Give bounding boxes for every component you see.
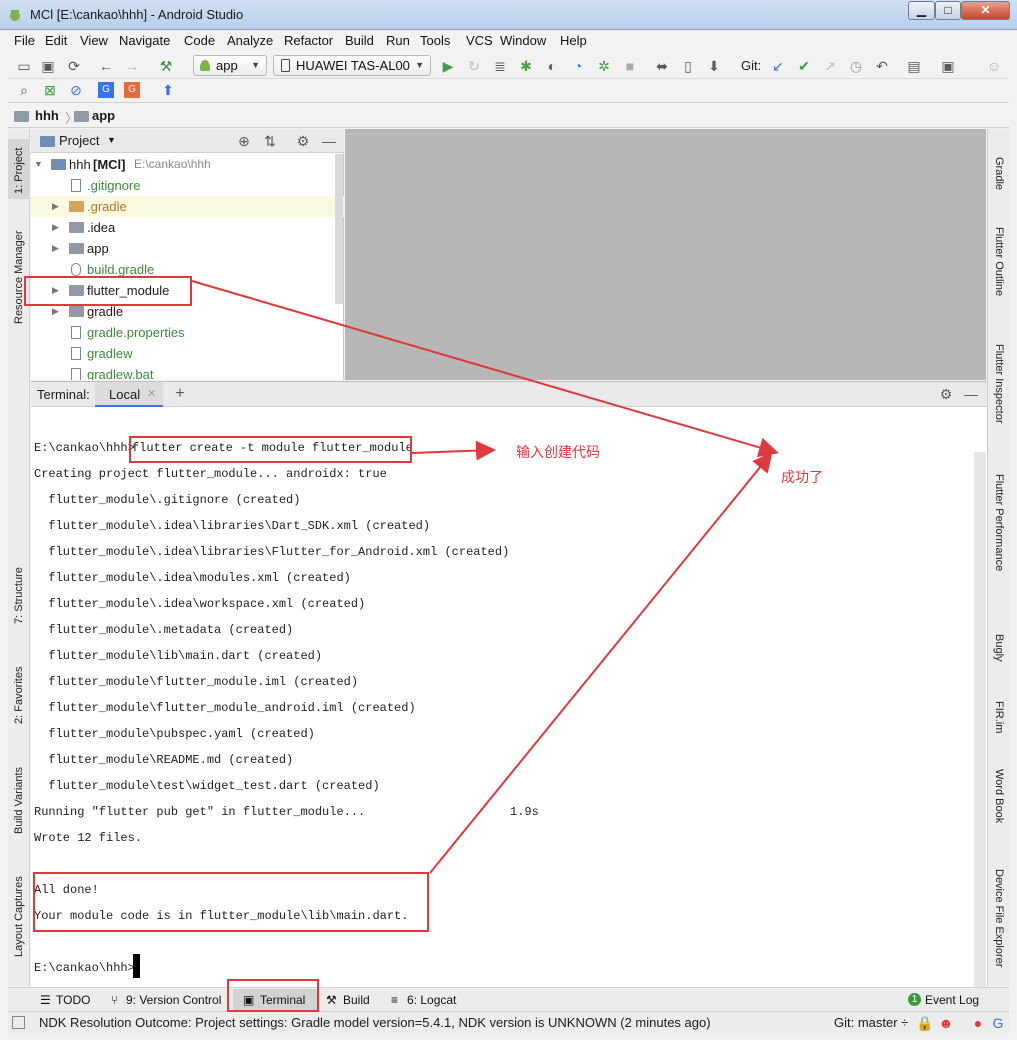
annotation-input-code: 输入创建代码 [516, 444, 600, 460]
annotation-success: 成功了 [781, 469, 823, 485]
arrow-to-input-label [411, 440, 496, 461]
arrow-from-flutter-module [191, 280, 779, 458]
arrow-from-all-done [429, 451, 773, 874]
annotation-arrows [191, 280, 779, 874]
